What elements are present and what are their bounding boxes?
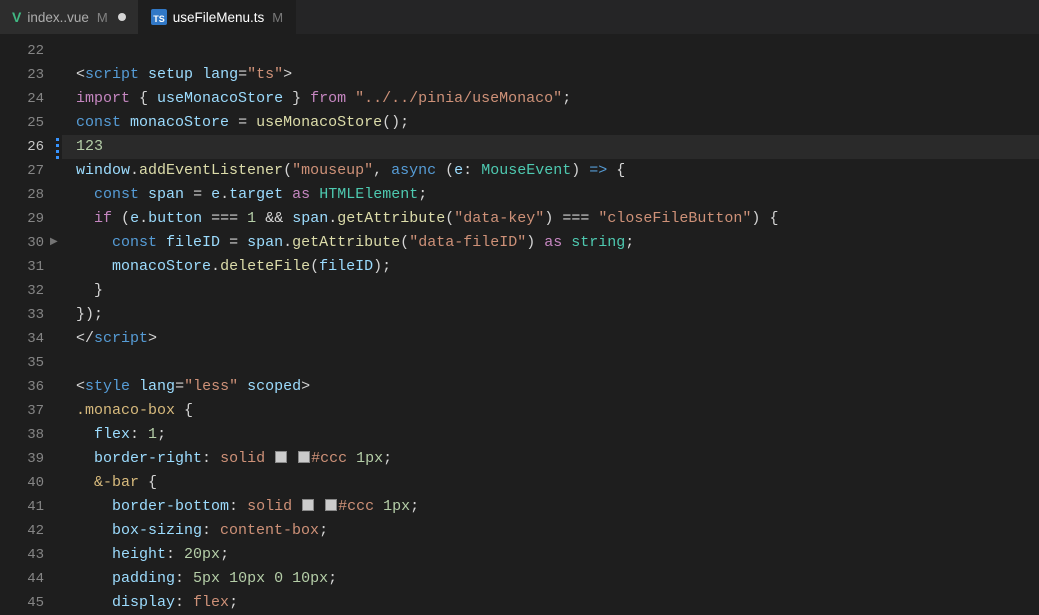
line-number: 43 xyxy=(0,543,62,567)
ts-icon: TS xyxy=(151,9,167,25)
code-line[interactable]: flex: 1; xyxy=(76,423,1039,447)
code-content[interactable]: <script setup lang="ts">import { useMona… xyxy=(62,35,1039,609)
code-line[interactable]: if (e.button === 1 && span.getAttribute(… xyxy=(76,207,1039,231)
code-line[interactable] xyxy=(76,351,1039,375)
code-line[interactable]: const monacoStore = useMonacoStore(); xyxy=(76,111,1039,135)
line-number-gutter: 2223242526272829303132333435363738394041… xyxy=(0,35,62,609)
tab-modified-indicator: M xyxy=(97,10,108,25)
color-swatch-icon xyxy=(298,451,310,463)
code-line[interactable]: <script setup lang="ts"> xyxy=(76,63,1039,87)
line-number: 32 xyxy=(0,279,62,303)
code-line[interactable]: monacoStore.deleteFile(fileID); xyxy=(76,255,1039,279)
unsaved-dot-icon xyxy=(118,13,126,21)
code-line[interactable]: padding: 5px 10px 0 10px; xyxy=(76,567,1039,591)
code-line[interactable]: border-right: solid #ccc 1px; xyxy=(76,447,1039,471)
line-number: 29 xyxy=(0,207,62,231)
code-line[interactable]: 123 xyxy=(76,135,1039,159)
code-line[interactable]: border-bottom: solid #ccc 1px; xyxy=(76,495,1039,519)
tab-label: useFileMenu.ts xyxy=(173,10,265,25)
line-number: 23 xyxy=(0,63,62,87)
line-number: 27 xyxy=(0,159,62,183)
code-line[interactable]: .monaco-box { xyxy=(76,399,1039,423)
code-line[interactable]: }); xyxy=(76,303,1039,327)
line-number: 34 xyxy=(0,327,62,351)
code-line[interactable]: } xyxy=(76,279,1039,303)
line-number: 28 xyxy=(0,183,62,207)
code-line[interactable]: const fileID = span.getAttribute("data-f… xyxy=(76,231,1039,255)
line-number: 25 xyxy=(0,111,62,135)
code-line[interactable]: import { useMonacoStore } from "../../pi… xyxy=(76,87,1039,111)
line-number: 39 xyxy=(0,447,62,471)
code-line[interactable]: <style lang="less" scoped> xyxy=(76,375,1039,399)
line-number: 41 xyxy=(0,495,62,519)
code-line[interactable] xyxy=(76,39,1039,63)
code-line[interactable]: </script> xyxy=(76,327,1039,351)
editor-area[interactable]: 2223242526272829303132333435363738394041… xyxy=(0,35,1039,609)
tab-label: index..vue xyxy=(27,10,89,25)
tab-useFileMenu-ts[interactable]: TS useFileMenu.ts M xyxy=(139,0,296,34)
code-line[interactable]: window.addEventListener("mouseup", async… xyxy=(76,159,1039,183)
line-number: 22 xyxy=(0,39,62,63)
color-swatch-icon xyxy=(275,451,287,463)
code-line[interactable]: const span = e.target as HTMLElement; xyxy=(76,183,1039,207)
color-swatch-icon xyxy=(325,499,337,511)
line-number: 40 xyxy=(0,471,62,495)
color-swatch-icon xyxy=(302,499,314,511)
tab-index-vue[interactable]: Vindex..vue M xyxy=(0,0,139,34)
editor-tabs: Vindex..vue M TS useFileMenu.ts M xyxy=(0,0,1039,35)
code-line[interactable]: height: 20px; xyxy=(76,543,1039,567)
line-number: 24 xyxy=(0,87,62,111)
line-number: 31 xyxy=(0,255,62,279)
line-number: 33 xyxy=(0,303,62,327)
fold-marker-icon[interactable]: ▶ xyxy=(50,231,58,255)
code-line[interactable]: &-bar { xyxy=(76,471,1039,495)
line-number: 26 xyxy=(0,135,62,159)
line-number: 37 xyxy=(0,399,62,423)
modified-line-marker xyxy=(56,135,59,159)
line-number: 45 xyxy=(0,591,62,615)
tab-modified-indicator: M xyxy=(272,10,283,25)
line-number: 35 xyxy=(0,351,62,375)
line-number: 36 xyxy=(0,375,62,399)
line-number: 44 xyxy=(0,567,62,591)
code-line[interactable]: display: flex; xyxy=(76,591,1039,615)
line-number: 42 xyxy=(0,519,62,543)
vue-icon: V xyxy=(12,9,21,25)
code-line[interactable]: box-sizing: content-box; xyxy=(76,519,1039,543)
line-number: 38 xyxy=(0,423,62,447)
